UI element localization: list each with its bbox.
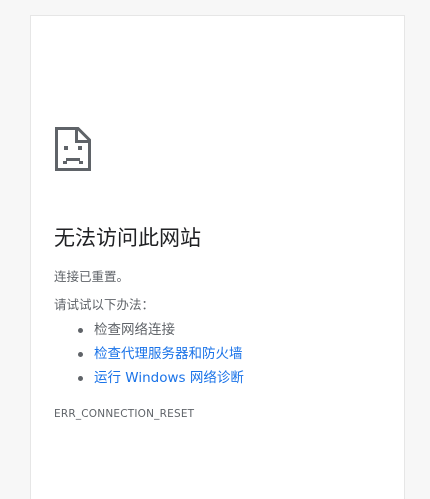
suggestion-label: 检查网络连接 [94, 322, 175, 338]
run-diagnostics-link[interactable]: 运行 Windows 网络诊断 [94, 370, 244, 386]
try-label: 请试试以下办法： [54, 297, 155, 312]
sad-document-icon [54, 126, 384, 172]
error-card: 无法访问此网站 连接已重置。 请试试以下办法： 检查网络连接 检查代理服务器和防… [30, 15, 405, 499]
error-subtitle: 连接已重置。 [54, 269, 130, 284]
suggestion-check-proxy: 检查代理服务器和防火墙 [78, 342, 384, 366]
suggestion-check-network: 检查网络连接 [78, 318, 384, 342]
suggestion-list: 检查网络连接 检查代理服务器和防火墙 运行 Windows 网络诊断 [54, 318, 384, 390]
error-code: ERR_CONNECTION_RESET [54, 408, 195, 420]
error-content: 无法访问此网站 连接已重置。 请试试以下办法： 检查网络连接 检查代理服务器和防… [54, 126, 384, 420]
error-title: 无法访问此网站 [54, 226, 201, 250]
browser-page: 无法访问此网站 连接已重置。 请试试以下办法： 检查网络连接 检查代理服务器和防… [0, 0, 430, 499]
suggestion-run-diagnostics: 运行 Windows 网络诊断 [78, 366, 384, 390]
check-proxy-link[interactable]: 检查代理服务器和防火墙 [94, 346, 243, 362]
